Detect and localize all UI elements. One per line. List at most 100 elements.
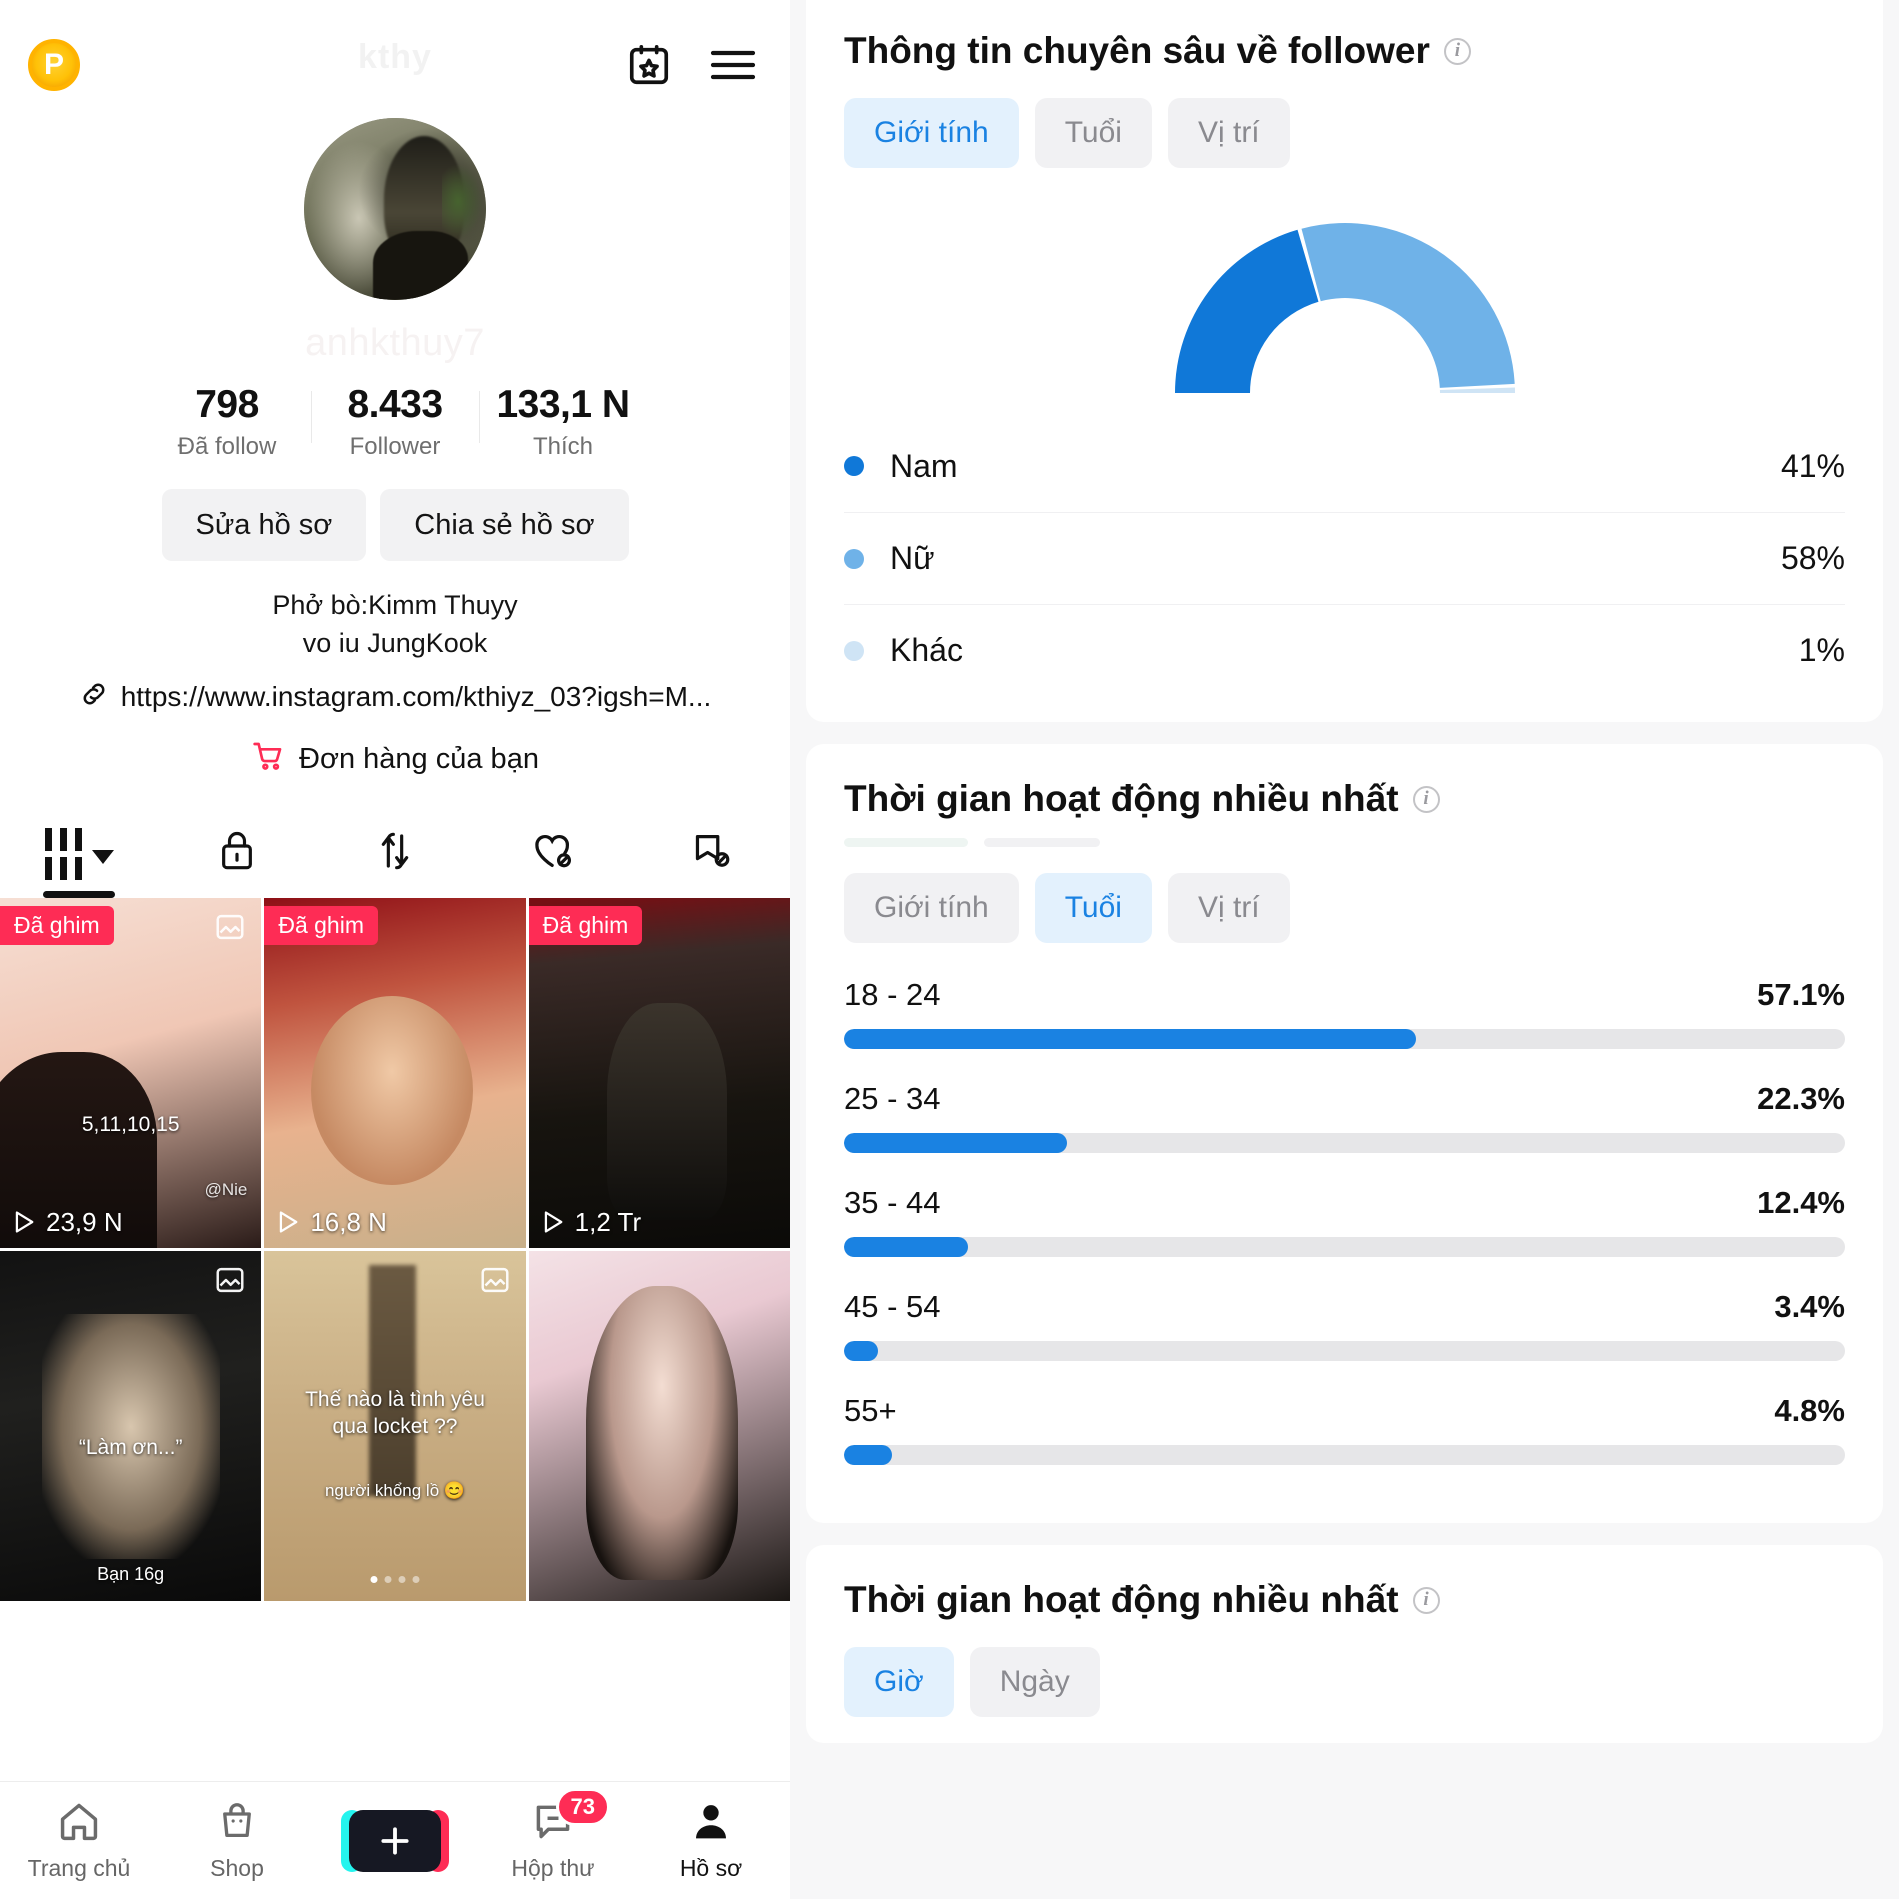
bar-fill <box>844 1029 1416 1049</box>
tab-day[interactable]: Ngày <box>969 1647 1100 1717</box>
avatar-container[interactable] <box>0 118 790 300</box>
order-link-row[interactable]: Đơn hàng của bạn <box>0 740 790 780</box>
profile-link-row[interactable]: https://www.instagram.com/kthiyz_03?igsh… <box>0 679 790 716</box>
plus-button-wrap[interactable] <box>341 1809 449 1872</box>
stat-likes[interactable]: 133,1 N Thích <box>479 383 647 461</box>
bar-label: 18 - 24 <box>844 977 941 1012</box>
tab-posts[interactable] <box>0 818 158 898</box>
tab-saved[interactable] <box>632 818 790 890</box>
bar-label: 45 - 54 <box>844 1289 941 1324</box>
legend-dot-nam <box>844 456 864 476</box>
bar-value: 4.8% <box>1774 1393 1845 1428</box>
profile-username: anhkthuy7 <box>305 322 485 364</box>
tab-gender[interactable]: Giới tính <box>844 98 1019 168</box>
card-title: Thời gian hoạt động nhiều nhất i <box>844 778 1845 820</box>
video-subcaption: người khổng lồ 😊 <box>324 1480 466 1500</box>
profile-stats: 798 Đã follow 8.433 Follower 133,1 N Thí… <box>0 383 790 461</box>
profile-icon <box>689 1800 733 1847</box>
profile-link-text[interactable]: https://www.instagram.com/kthiyz_03?igsh… <box>121 681 712 713</box>
home-icon <box>57 1800 101 1847</box>
tab-gender[interactable]: Giới tính <box>844 873 1019 943</box>
inbox-badge: 73 <box>555 1787 610 1826</box>
bar-track <box>844 1029 1845 1049</box>
heart-hidden-icon <box>531 830 575 877</box>
video-tile[interactable]: Thế nào là tình yêu qua locket ?? người … <box>264 1250 526 1601</box>
gauge-slice-nam <box>1174 229 1318 393</box>
info-icon[interactable]: i <box>1412 1586 1440 1614</box>
video-caption: “Làm ơn...” <box>78 1435 183 1459</box>
bar-fill <box>844 1341 879 1361</box>
tab-age[interactable]: Tuổi <box>1034 98 1152 168</box>
video-play-count: 1,2 Tr <box>541 1207 641 1238</box>
video-tile[interactable]: Đã ghim 16,8 N <box>264 897 526 1248</box>
info-icon[interactable]: i <box>1412 785 1440 813</box>
legend-row: Khác 1% <box>844 604 1845 696</box>
stat-followers[interactable]: 8.433 Follower <box>311 383 479 461</box>
gauge-slice-nu <box>1301 223 1515 388</box>
video-footer: Bạn 16g <box>97 1563 165 1584</box>
gauge-svg <box>1174 223 1515 393</box>
share-profile-button[interactable]: Chia sẻ hồ sơ <box>380 489 629 561</box>
bar-fill <box>844 1133 1068 1153</box>
cart-icon <box>251 740 285 780</box>
bar-value: 12.4% <box>1757 1185 1845 1220</box>
video-tile[interactable]: Đã ghim 1,2 Tr <box>528 897 790 1248</box>
profile-bio: Phở bò:Kimm Thuyy vo iu JungKook <box>0 587 790 663</box>
plus-icon[interactable] <box>341 1809 449 1872</box>
tab-location[interactable]: Vị trí <box>1167 98 1290 168</box>
stat-label: Follower <box>349 433 441 460</box>
video-tile[interactable]: Đã ghim 5,11,10,15 @Nie 23,9 N <box>0 897 262 1248</box>
stat-following[interactable]: 798 Đã follow <box>143 383 311 461</box>
video-thumbnail <box>0 1250 262 1601</box>
video-tile[interactable]: “Làm ơn...” Bạn 16g <box>0 1250 262 1601</box>
video-tile[interactable] <box>528 1250 790 1601</box>
nav-inbox[interactable]: 73 Hộp thư <box>474 1787 632 1882</box>
legend-dot-nu <box>844 548 864 569</box>
legend-label: Nữ <box>890 540 935 576</box>
bar-row: 25 - 34 22.3% <box>844 1081 1845 1153</box>
pinned-badge: Đã ghim <box>528 905 643 945</box>
tab-reposts[interactable] <box>316 818 474 890</box>
repost-icon <box>375 829 415 878</box>
nav-shop[interactable]: Shop <box>158 1800 316 1882</box>
hamburger-menu-icon[interactable] <box>704 36 762 94</box>
nav-create[interactable] <box>316 1809 474 1872</box>
tab-location[interactable]: Vị trí <box>1167 873 1290 943</box>
tab-liked[interactable] <box>474 818 632 890</box>
nav-label: Shop <box>210 1854 264 1881</box>
tab-private[interactable] <box>158 818 316 890</box>
nav-profile[interactable]: Hồ sơ <box>632 1800 790 1882</box>
multi-photo-icon <box>213 912 247 947</box>
nav-home[interactable]: Trang chủ <box>0 1800 158 1882</box>
bar-head: 25 - 34 22.3% <box>844 1081 1845 1117</box>
tab-hour[interactable]: Giờ <box>844 1647 954 1717</box>
info-icon[interactable]: i <box>1443 37 1471 65</box>
bar-track <box>844 1133 1845 1153</box>
tab-age[interactable]: Tuổi <box>1034 873 1152 943</box>
edit-profile-button[interactable]: Sửa hồ sơ <box>161 489 367 561</box>
bar-track <box>844 1237 1845 1257</box>
legend-label: Nam <box>890 447 958 484</box>
bar-row: 55+ 4.8% <box>844 1393 1845 1465</box>
bar-row: 18 - 24 57.1% <box>844 977 1845 1049</box>
bar-fill <box>844 1237 969 1257</box>
order-link-text[interactable]: Đơn hàng của bạn <box>299 743 539 776</box>
active-tab-underline <box>43 890 115 898</box>
video-caption: Thế nào là tình yêu qua locket ?? <box>305 1387 485 1439</box>
stat-label: Đã follow <box>177 433 277 460</box>
avatar[interactable] <box>304 118 486 300</box>
carousel-dots <box>370 1575 420 1583</box>
bar-label: 35 - 44 <box>844 1185 941 1220</box>
multi-photo-icon <box>213 1265 247 1300</box>
age-bar-chart: 18 - 24 57.1% 25 - 34 22.3% 35 - 44 12.4… <box>844 977 1845 1465</box>
legend-value: 1% <box>1798 632 1845 668</box>
legend-row: Nam 41% <box>844 420 1845 512</box>
video-caption: 5,11,10,15 <box>81 1112 180 1136</box>
coin-rewards-icon[interactable]: P <box>28 39 80 91</box>
video-thumbnail <box>264 897 526 1248</box>
bar-row: 35 - 44 12.4% <box>844 1185 1845 1257</box>
multi-photo-icon <box>478 1265 512 1300</box>
gauge-slice-khac <box>1439 387 1515 393</box>
calendar-star-icon[interactable] <box>620 36 678 94</box>
card-title: Thời gian hoạt động nhiều nhất i <box>844 1579 1845 1621</box>
